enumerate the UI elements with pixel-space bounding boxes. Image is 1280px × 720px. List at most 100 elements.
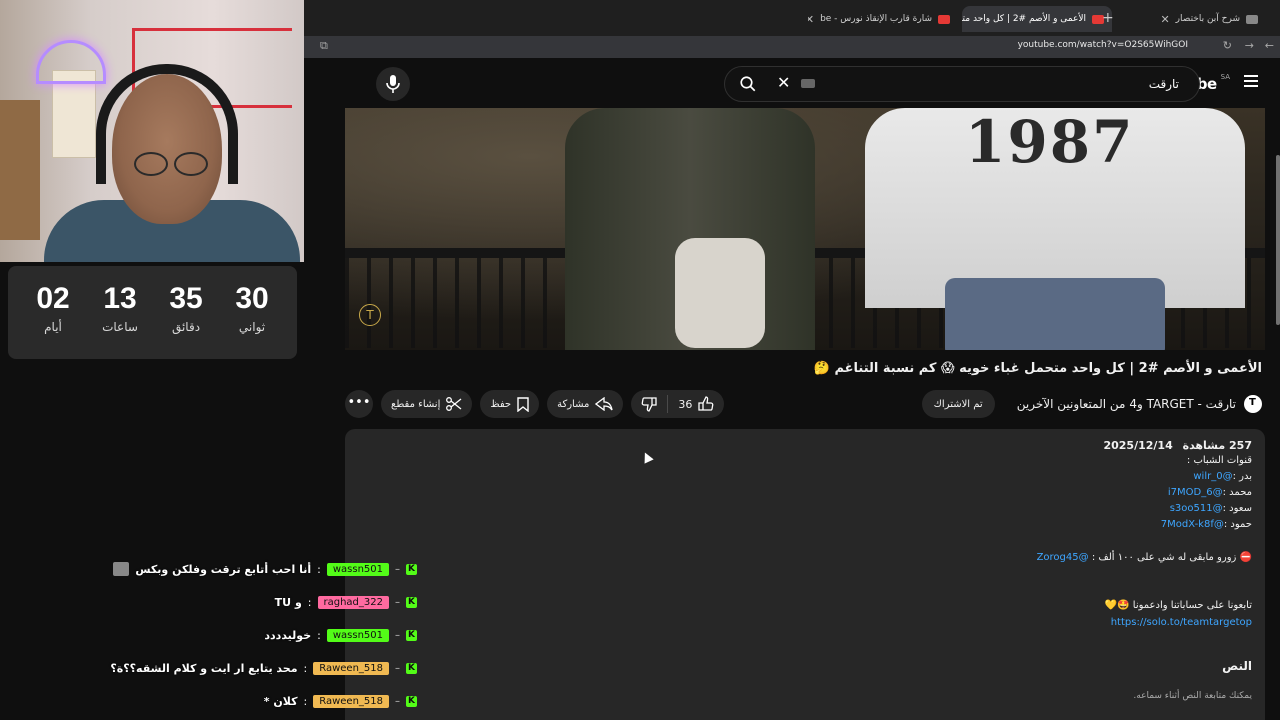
desc-line-hamoud: حمود :@7ModX-k8f: [1161, 519, 1252, 530]
kick-icon: K: [406, 563, 417, 575]
desc-line-link: https://solo.to/teamtargetop: [1111, 617, 1252, 628]
desc-text: سعود :: [1222, 503, 1252, 514]
desc-line-mohammed: محمد :@i7MOD_6: [1168, 487, 1252, 498]
more-actions-button[interactable]: •••: [345, 390, 373, 418]
chat-text: أنا احب أتابع ترقت وفلكن وبكس: [135, 562, 312, 576]
tab-video[interactable]: الأعمى و الأصم #2 | كل واحد متـ ✕: [962, 6, 1112, 32]
subscribed-button[interactable]: تم الاشتراك: [921, 390, 995, 418]
save-button[interactable]: حفظ: [480, 390, 540, 418]
share-button[interactable]: مشاركة: [547, 390, 624, 418]
chat-colon: :: [303, 694, 308, 708]
countdown-value: 02: [36, 282, 70, 315]
chat-dash: –: [395, 662, 400, 674]
chat-text: خوليدددد: [264, 628, 312, 642]
page-scrollbar[interactable]: [1276, 155, 1280, 325]
countdown-minutes: 35 دقائق: [156, 282, 216, 334]
video-player[interactable]: 1987 T: [345, 108, 1265, 350]
desc-text: ⛔ زورو مابقى له شي على ١٠٠ ألف :: [1091, 552, 1252, 563]
dislike-icon: [641, 397, 658, 412]
bookmark-icon: [517, 396, 529, 412]
video-actions: ••• إنشاء مقطع حفظ مشاركة 36: [345, 390, 725, 418]
like-count: 36: [678, 397, 693, 411]
mention-link[interactable]: @wilr_0: [1193, 471, 1232, 482]
chat-dash: –: [395, 695, 400, 707]
desc-text: محمد :: [1222, 487, 1252, 498]
voice-search-button[interactable]: [376, 67, 410, 101]
chat-message: K – Raween_518 : محد يتابع ار ايت و كلام…: [110, 659, 417, 677]
chat-username[interactable]: Raween_518: [313, 661, 389, 675]
countdown-seconds: 30 ثواني: [222, 282, 282, 334]
tab-sharh[interactable]: شرح آبن باختصار ✕: [1116, 6, 1266, 32]
clip-button[interactable]: إنشاء مقطع: [381, 390, 473, 418]
desc-text: بدر :: [1232, 471, 1252, 482]
youtube-favicon-icon: [938, 14, 950, 24]
back-icon[interactable]: ←: [1265, 39, 1274, 52]
chat-colon: :: [307, 595, 312, 609]
screen: شرح آبن باختصار ✕ الأعمى و الأصم #2 | كل…: [0, 0, 1280, 720]
tab-title: الأعمى و الأصم #2 | كل واحد متـ: [962, 14, 1086, 24]
dislike-button[interactable]: [631, 390, 667, 418]
channel-avatar[interactable]: [1244, 395, 1262, 413]
channel-name[interactable]: تارقت - TARGET و4 من المتعاونين الآخرين: [1017, 397, 1236, 411]
kick-icon: K: [406, 662, 417, 674]
mention-link[interactable]: @i7MOD_6: [1168, 487, 1223, 498]
channel-watermark[interactable]: T: [359, 304, 381, 326]
reload-icon[interactable]: ↻: [1223, 39, 1232, 52]
chat-dash: –: [395, 596, 400, 608]
tab-favicon-icon: [1246, 14, 1258, 24]
chat-username[interactable]: wassn501: [326, 562, 389, 576]
views-date: 257 مشاهدة 2025/12/14: [1103, 439, 1252, 452]
chat-message: K – Raween_518 : كلان *: [264, 692, 417, 710]
tab-close-icon[interactable]: ✕: [808, 13, 814, 26]
chat-username[interactable]: Raween_518: [313, 694, 389, 708]
chat-username[interactable]: raghad_322: [317, 595, 389, 609]
glasses-icon: [134, 152, 208, 176]
chat-username[interactable]: wassn501: [326, 628, 389, 642]
countdown-days: 02 أيام: [23, 282, 83, 334]
keyboard-icon[interactable]: [801, 79, 815, 88]
browser-tab-bar: شرح آبن باختصار ✕ الأعمى و الأصم #2 | كل…: [304, 0, 1280, 36]
chat-message: K – raghad_322 : و TU: [275, 593, 417, 611]
description-panel[interactable]: 257 مشاهدة 2025/12/14 قنوات الشباب : بدر…: [345, 429, 1265, 720]
microphone-icon: [386, 75, 400, 93]
url-field[interactable]: youtube.com/watch?v=O2S65WihGOI: [1018, 40, 1188, 50]
forward-icon[interactable]: →: [1245, 39, 1254, 52]
external-link[interactable]: https://solo.to/teamtargetop: [1111, 617, 1252, 628]
chat-message: K – wassn501 : أنا احب أتابع ترقت وفلكن …: [113, 560, 417, 578]
mention-link[interactable]: @s3oo511: [1170, 503, 1223, 514]
countdown-label: ساعات: [102, 320, 138, 334]
video-person-legs: [945, 278, 1165, 350]
share-label: مشاركة: [557, 398, 590, 410]
stream-chat: K – wassn501 : أنا احب أتابع ترقت وفلكن …: [0, 530, 425, 720]
view-count: 257 مشاهدة: [1182, 439, 1252, 452]
tab-sharat[interactable]: شارة قارب الإنقاذ نورس - be ✕: [808, 6, 958, 32]
like-button[interactable]: 36: [668, 390, 724, 418]
scissors-icon: [446, 397, 462, 411]
search-input[interactable]: تارقت ✕: [724, 66, 1200, 102]
webcam-overlay: [0, 0, 304, 262]
video-person-arm: [675, 238, 765, 348]
mention-link[interactable]: @7ModX-k8f: [1161, 519, 1224, 530]
countdown-hours: 13 ساعات: [90, 282, 150, 334]
search-icon[interactable]: [739, 75, 757, 93]
youtube-header: YouTube SA تارقت ✕: [304, 58, 1280, 108]
desc-line-follow: تابعونا على حساباتنا وادعمونا 🤩💛: [1105, 600, 1252, 611]
menu-icon[interactable]: [1244, 75, 1258, 90]
countdown-value: 13: [103, 282, 137, 315]
save-label: حفظ: [490, 398, 512, 410]
desc-text: حمود :: [1223, 519, 1252, 530]
countdown-value: 30: [235, 282, 269, 315]
desc-line-badr: بدر :@wilr_0: [1193, 471, 1252, 482]
kick-icon: K: [406, 695, 417, 707]
desc-line-saud: سعود :@s3oo511: [1170, 503, 1252, 514]
kick-icon: K: [406, 596, 417, 608]
clear-search-icon[interactable]: ✕: [777, 73, 790, 92]
chat-dash: –: [395, 563, 400, 575]
new-tab-icon[interactable]: +: [1102, 10, 1114, 26]
desc-text: قنوات الشباب :: [1186, 455, 1252, 466]
mention-link[interactable]: @Zorog45: [1037, 552, 1089, 563]
tab-close-icon[interactable]: ✕: [1160, 13, 1169, 26]
desc-text: تابعونا على حساباتنا وادعمونا 🤩💛: [1104, 600, 1252, 611]
extension-icon[interactable]: ⧉: [320, 39, 328, 53]
upload-date: 2025/12/14: [1103, 439, 1173, 452]
